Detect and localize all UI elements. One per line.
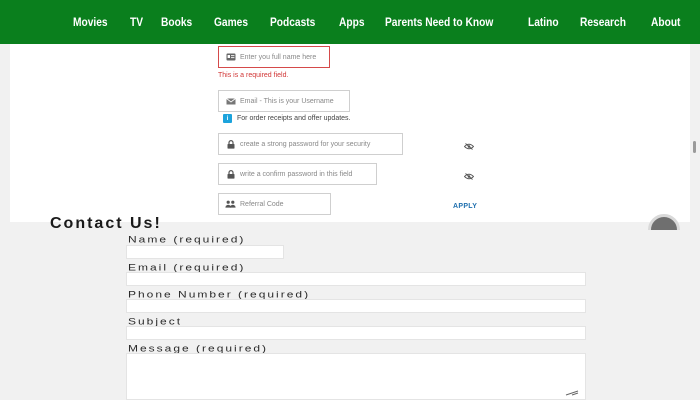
- toggle-password-visibility-icon[interactable]: [464, 143, 474, 150]
- users-icon: [225, 200, 236, 209]
- email-field[interactable]: Email - This is your Username: [218, 90, 350, 112]
- contact-message-textarea[interactable]: [126, 353, 586, 400]
- password-field[interactable]: create a strong password for your securi…: [218, 133, 403, 155]
- nav-item-games[interactable]: Games: [214, 15, 248, 29]
- id-card-icon: [225, 53, 236, 62]
- email-placeholder: Email - This is your Username: [240, 97, 334, 105]
- nav-item-tv[interactable]: TV: [130, 15, 143, 29]
- signup-card: Enter you full name here This is a requi…: [10, 44, 690, 230]
- contact-subject-input[interactable]: [126, 326, 586, 340]
- nav-item-apps[interactable]: Apps: [339, 15, 365, 29]
- referral-placeholder: Referral Code: [240, 200, 284, 208]
- nav-item-books[interactable]: Books: [161, 15, 192, 29]
- nav-list: Movies TV Books Games Podcasts Apps Parents Ne…: [0, 0, 700, 44]
- contact-phone-input[interactable]: [126, 299, 586, 313]
- resize-grip-icon[interactable]: [564, 390, 580, 396]
- phone-label: Phone Number (required): [128, 289, 311, 300]
- full-name-field[interactable]: Enter you full name here: [218, 46, 330, 68]
- referral-code-field[interactable]: Referral Code: [218, 193, 331, 215]
- contact-name-input[interactable]: [126, 245, 284, 259]
- lock-icon: [225, 169, 236, 179]
- name-error-message: This is a required field.: [218, 72, 289, 79]
- contact-title: Contact Us!: [50, 216, 162, 228]
- full-name-placeholder: Enter you full name here: [240, 53, 317, 61]
- nav-item-latino[interactable]: Latino: [528, 15, 559, 29]
- floating-button-circle: [648, 214, 680, 230]
- envelope-icon: [225, 97, 236, 106]
- top-nav: Movies TV Books Games Podcasts Apps Parents Ne…: [0, 0, 700, 44]
- name-label: Name (required): [128, 234, 246, 245]
- password-placeholder: create a strong password for your securi…: [240, 140, 371, 148]
- email-hint: i For order receipts and offer updates.: [223, 114, 351, 123]
- nav-item-movies[interactable]: Movies: [73, 15, 108, 29]
- scrollbar-thumb[interactable]: [693, 141, 696, 153]
- toggle-confirm-visibility-icon[interactable]: [464, 173, 474, 180]
- info-icon: i: [223, 114, 232, 123]
- nav-item-parents-need-to-know[interactable]: Parents Need to Know: [385, 15, 493, 29]
- email-hint-text: For order receipts and offer updates.: [237, 115, 351, 122]
- confirm-password-placeholder: write a confirm password in this field: [240, 170, 353, 178]
- email-label: Email (required): [128, 262, 246, 273]
- message-label: Message (required): [128, 343, 269, 354]
- nav-item-podcasts[interactable]: Podcasts: [270, 15, 315, 29]
- floating-action-button[interactable]: [648, 214, 680, 230]
- confirm-password-field[interactable]: write a confirm password in this field: [218, 163, 377, 185]
- contact-email-input[interactable]: [126, 272, 586, 286]
- apply-button[interactable]: APPLY: [453, 203, 477, 210]
- nav-item-about[interactable]: About: [651, 15, 680, 29]
- nav-item-research[interactable]: Research: [580, 15, 626, 29]
- lock-icon: [225, 139, 236, 149]
- subject-label: Subject: [128, 316, 183, 327]
